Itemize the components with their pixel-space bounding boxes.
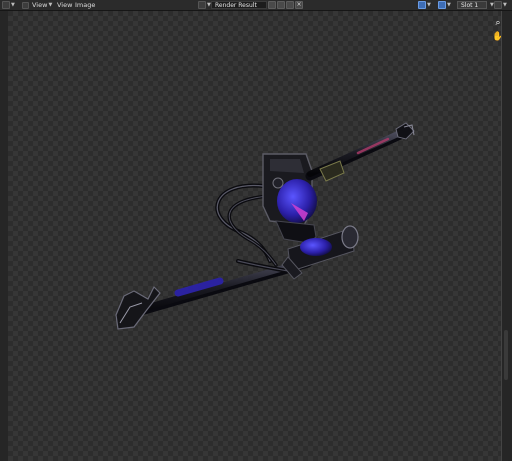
display-settings-selector[interactable]: ▼ <box>494 0 507 10</box>
image-browse-button[interactable]: ▼ <box>198 0 211 10</box>
render-result-image <box>115 122 415 330</box>
overlay-selector[interactable]: ▼ <box>438 0 451 10</box>
open-image-button[interactable] <box>286 1 294 9</box>
display-channels-icon <box>418 1 426 9</box>
editor-type-selector[interactable]: ▼ <box>2 0 15 10</box>
chevron-down-icon: ▼ <box>503 2 507 8</box>
scrollbar-handle[interactable] <box>504 330 508 380</box>
overlay-icon <box>438 1 446 9</box>
display-channels-selector[interactable]: ▼ <box>418 0 431 10</box>
view-mode-selector[interactable]: View ▼ <box>22 0 52 10</box>
menu-view[interactable]: View <box>57 0 72 10</box>
right-scrollbar[interactable] <box>501 11 512 461</box>
slot-label: Slot 1 <box>461 2 479 9</box>
display-settings-icon <box>494 1 502 9</box>
chevron-down-icon: ▼ <box>447 2 451 8</box>
image-name-field[interactable]: Render Result <box>211 1 267 9</box>
close-image-button[interactable]: × <box>295 1 303 9</box>
image-browse-icon <box>198 1 206 9</box>
view-mode-label: View <box>32 1 48 9</box>
backpack-body <box>262 153 317 244</box>
image-editor-icon <box>2 1 10 9</box>
view-mode-icon <box>22 1 29 9</box>
menu-image[interactable]: Image <box>75 0 95 10</box>
chevron-down-icon: ▼ <box>11 2 15 8</box>
image-viewport[interactable]: ⌕ ✋ <box>8 11 501 461</box>
zoom-icon[interactable]: ⌕ <box>492 17 501 29</box>
hand-pan-icon[interactable]: ✋ <box>492 31 501 43</box>
slot-selector[interactable]: Slot 1 <box>457 1 487 9</box>
right-arm <box>305 122 415 182</box>
image-editor-header: ▼ View ▼ View Image ▼ Render Result × ▼ ▼… <box>0 0 512 11</box>
chevron-down-icon: ▼ <box>427 2 431 8</box>
chevron-down-icon: ▼ <box>48 2 53 8</box>
fake-user-button[interactable] <box>268 1 276 9</box>
new-image-button[interactable] <box>277 1 285 9</box>
